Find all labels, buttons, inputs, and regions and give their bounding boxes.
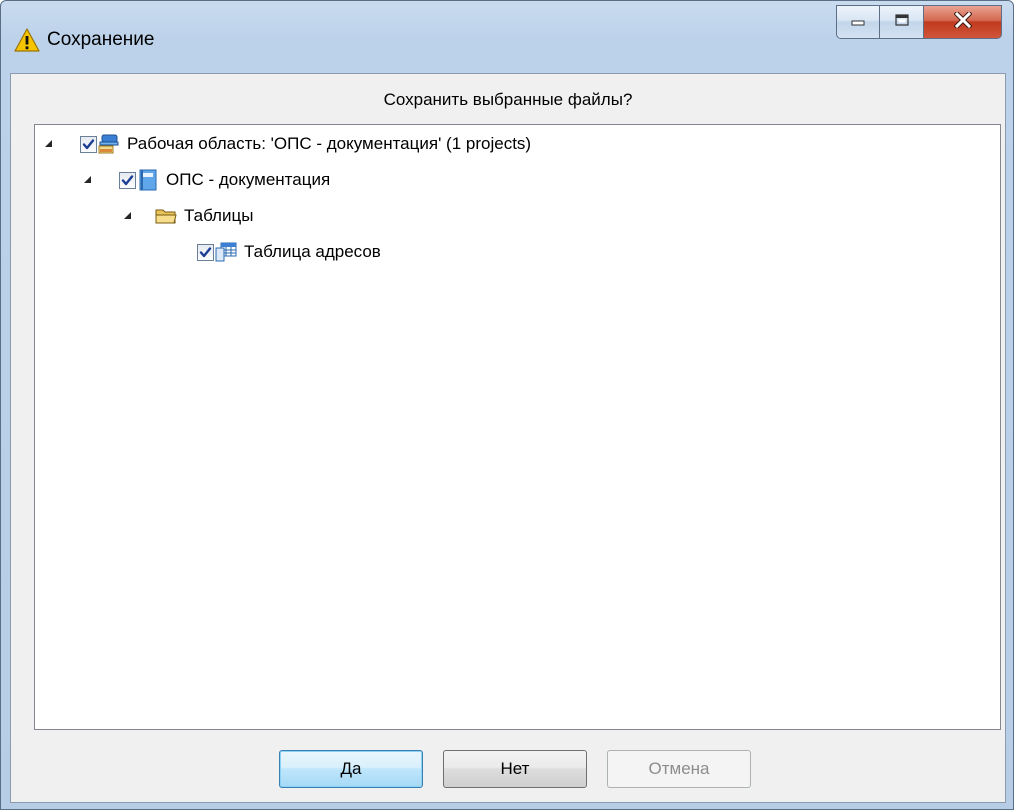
tree-node-label: Таблицы: [184, 206, 254, 225]
folder-icon: [155, 205, 177, 227]
checkmark-icon: [82, 138, 95, 149]
dialog-buttons: Да Нет Отмена: [11, 750, 1005, 790]
caption-buttons: [836, 5, 1002, 39]
project-checkbox[interactable]: [119, 171, 136, 189]
tree-node-label: Таблица адресов: [244, 242, 381, 261]
title-bar[interactable]: Сохранение: [1, 1, 1013, 73]
workspace-icon: [98, 133, 120, 155]
tree-node-project[interactable]: ОПС - документация: [81, 165, 330, 195]
minimize-icon: [851, 13, 865, 31]
table-checkbox[interactable]: [197, 243, 214, 261]
save-dialog-window: Сохранение Сохранить выбранные файлы? Ра…: [0, 0, 1014, 810]
table-icon: [215, 241, 237, 263]
maximize-icon: [894, 13, 909, 31]
expanded-arrow-icon[interactable]: [81, 172, 97, 188]
close-icon: [952, 9, 973, 33]
tree-node-table[interactable]: Таблица адресов: [197, 237, 381, 267]
tree-node-label: Рабочая область: 'ОПС - документация' (1…: [127, 134, 532, 153]
tree-node-folder[interactable]: Таблицы: [121, 201, 253, 231]
close-button[interactable]: [924, 5, 1002, 39]
tree-node-label: ОПС - документация: [166, 170, 331, 189]
minimize-button[interactable]: [836, 5, 880, 39]
window-title: Сохранение: [47, 29, 155, 50]
workspace-checkbox[interactable]: [80, 135, 97, 153]
file-tree[interactable]: Рабочая область: 'ОПС - документация' (1…: [34, 124, 1001, 730]
dialog-body: Сохранить выбранные файлы? Рабочая облас…: [10, 73, 1006, 803]
expanded-arrow-icon[interactable]: [42, 136, 58, 152]
dialog-prompt: Сохранить выбранные файлы?: [383, 90, 633, 109]
no-button[interactable]: Нет: [443, 750, 587, 788]
project-icon: [137, 169, 159, 191]
expanded-arrow-icon[interactable]: [121, 208, 137, 224]
maximize-button[interactable]: [880, 5, 924, 39]
tree-node-workspace[interactable]: Рабочая область: 'ОПС - документация' (1…: [42, 129, 531, 159]
yes-button[interactable]: Да: [279, 750, 423, 788]
cancel-button[interactable]: Отмена: [607, 750, 751, 788]
warning-icon: [14, 28, 40, 52]
checkmark-icon: [199, 246, 212, 257]
checkmark-icon: [121, 174, 134, 185]
